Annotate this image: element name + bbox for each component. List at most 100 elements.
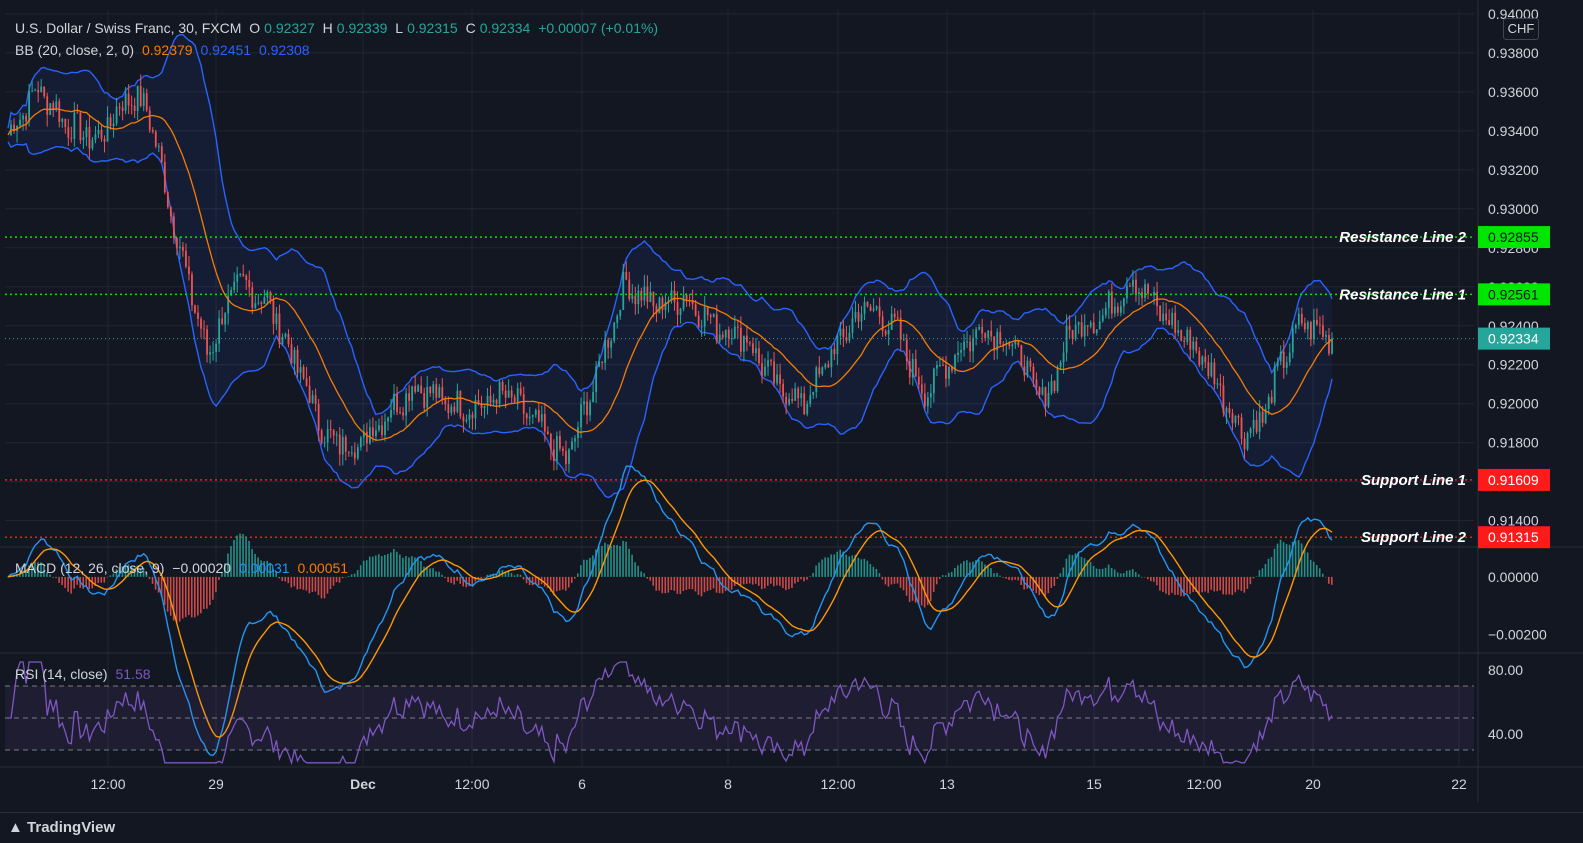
- macd-hist-bar: [637, 565, 639, 577]
- candle-body: [314, 395, 317, 404]
- candle-body: [1168, 320, 1171, 326]
- macd-hist-bar: [1276, 543, 1279, 577]
- candle-body: [498, 381, 501, 404]
- macd-hist-bar: [1228, 576, 1231, 595]
- macd-hist-bar: [82, 576, 84, 589]
- candle-body: [1095, 329, 1098, 334]
- time-axis-label: Dec: [350, 776, 376, 792]
- macd-legend[interactable]: MACD (12, 26, close, 9) −0.00020 0.00031…: [15, 560, 352, 576]
- candle-body: [1089, 322, 1092, 327]
- macd-hist-bar: [899, 576, 902, 588]
- candle-body: [791, 398, 794, 401]
- macd-hist-bar: [866, 560, 869, 577]
- macd-hist-bar: [456, 576, 458, 581]
- candle-body: [905, 339, 908, 361]
- macd-hist-bar: [1204, 576, 1206, 592]
- candle-body: [936, 365, 938, 369]
- time-axis-label: 13: [939, 776, 955, 792]
- candle-body: [914, 358, 917, 377]
- macd-hist-bar: [685, 576, 688, 590]
- candle-body: [1225, 408, 1228, 413]
- macd-hist-bar: [1050, 576, 1053, 588]
- candle-body: [242, 274, 245, 276]
- macd-hist-bar: [1306, 552, 1309, 577]
- macd-hist-bar: [184, 576, 187, 618]
- candle-body: [565, 450, 567, 464]
- macd-hist-bar: [371, 556, 374, 577]
- macd-hist-bar: [1222, 576, 1225, 595]
- macd-hist-bar: [794, 576, 796, 584]
- macd-hist-bar: [393, 548, 395, 577]
- time-axis-label: 29: [208, 776, 224, 792]
- bb-legend[interactable]: BB (20, close, 2, 0) 0.92379 0.92451 0.9…: [15, 42, 314, 58]
- support-line-label: Support Line 2: [1361, 529, 1467, 546]
- candle-body: [902, 339, 905, 341]
- macd-hist-bar: [1331, 576, 1333, 585]
- rsi-legend[interactable]: RSI (14, close) 51.58: [15, 666, 155, 682]
- macd-hist-bar: [815, 565, 817, 577]
- macd-hist-bar: [1113, 569, 1116, 577]
- macd-axis-label: −0.00200: [1488, 627, 1547, 643]
- macd-hist-bar: [97, 576, 100, 583]
- candle-body: [767, 360, 769, 367]
- candle-body: [1276, 361, 1279, 367]
- macd-hist-bar: [558, 576, 561, 591]
- macd-hist-bar: [1098, 569, 1101, 577]
- candle-body: [1107, 291, 1110, 308]
- candle-body: [562, 448, 564, 451]
- macd-hist-bar: [1165, 576, 1167, 594]
- macd-hist-bar: [706, 576, 709, 592]
- macd-hist-bar: [929, 576, 932, 602]
- macd-hist-bar: [969, 562, 971, 577]
- candle-body: [1098, 321, 1101, 330]
- candle-body: [733, 326, 736, 339]
- price-axis-label: 0.93400: [1488, 123, 1539, 139]
- macd-hist-bar: [1177, 576, 1179, 595]
- chart-area[interactable]: 0.94000 0.93800 0.93600 0.93400 0.93200 0.930…: [0, 0, 1583, 842]
- macd-hist-bar: [480, 576, 483, 579]
- candle-body: [1294, 324, 1297, 329]
- candle-body: [652, 291, 655, 307]
- candle-body: [91, 139, 94, 149]
- candle-body: [22, 115, 24, 120]
- candle-body: [628, 279, 631, 299]
- candle-body: [975, 329, 978, 338]
- macd-hist-bar: [200, 576, 202, 614]
- tradingview-logo[interactable]: ▲ TradingView: [8, 819, 115, 836]
- candle-body: [353, 452, 356, 459]
- price-legend: U.S. Dollar / Swiss Franc, 30, FXCM O 0.9…: [15, 20, 662, 36]
- rsi-axis-label: 40.00: [1488, 726, 1523, 742]
- time-axis-label: 22: [1451, 776, 1467, 792]
- open-label: O: [249, 20, 261, 36]
- candle-body: [462, 416, 465, 422]
- macd-hist-bar: [878, 573, 881, 577]
- currency-button[interactable]: CHF: [1503, 18, 1539, 40]
- macd-hist-bar: [299, 576, 302, 589]
- candle-body: [1008, 343, 1011, 347]
- macd-hist-bar: [797, 576, 799, 582]
- candle-body: [1101, 315, 1104, 322]
- candle-body: [191, 274, 193, 306]
- candle-body: [531, 414, 534, 417]
- candle-body: [127, 93, 130, 106]
- candle-body: [1044, 387, 1047, 407]
- macd-hist-bar: [950, 571, 953, 577]
- macd-hist-bar: [664, 576, 667, 594]
- candle-body: [761, 363, 763, 376]
- macd-hist-bar: [947, 572, 950, 577]
- macd-hist-bar: [459, 576, 461, 584]
- resistance-line-label: Resistance Line 2: [1339, 229, 1466, 246]
- candle-body: [109, 117, 112, 127]
- candle-body: [580, 404, 582, 428]
- candle-body: [1116, 306, 1119, 313]
- macd-hist-bar: [281, 576, 284, 582]
- candle-body: [586, 401, 588, 416]
- resistance-line-label: Resistance Line 1: [1339, 286, 1466, 303]
- macd-hist-bar: [429, 568, 431, 577]
- candle-body: [133, 105, 136, 111]
- candle-body: [640, 290, 643, 301]
- candle-body: [920, 384, 923, 394]
- chart-canvas[interactable]: 0.940000.938000.936000.934000.932000.930…: [0, 0, 1583, 812]
- candle-body: [1086, 325, 1089, 327]
- macd-hist-bar: [1125, 570, 1128, 577]
